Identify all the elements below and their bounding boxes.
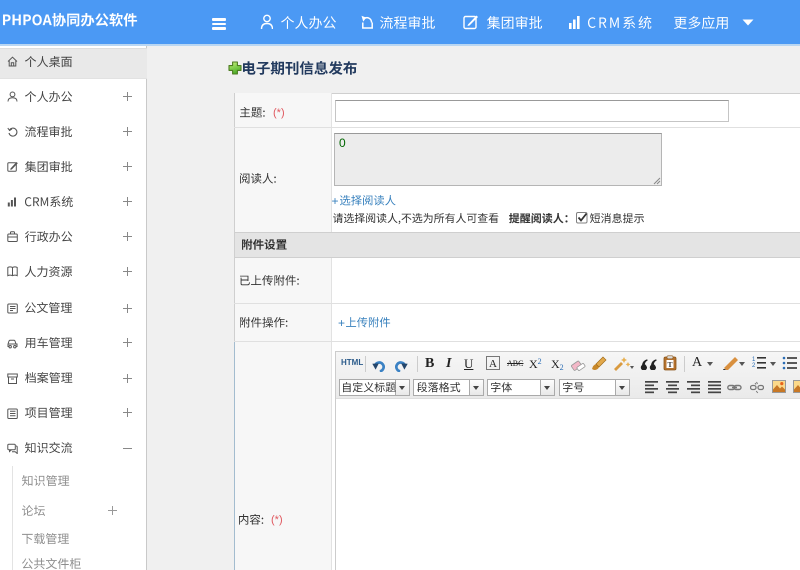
svg-text:2: 2 [752,363,756,369]
svg-text:T: T [667,360,672,369]
svg-text:A: A [489,358,497,370]
